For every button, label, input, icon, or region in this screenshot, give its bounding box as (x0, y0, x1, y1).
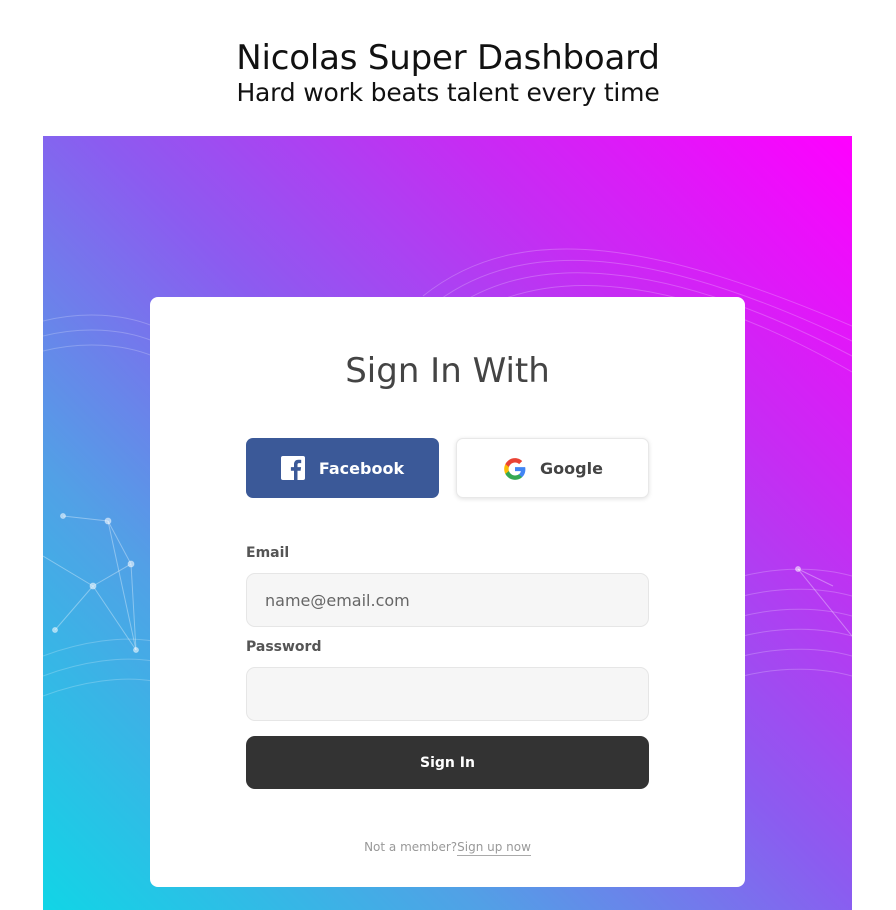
email-label: Email (246, 545, 290, 561)
sign-in-title: Sign In With (345, 351, 550, 391)
page-title: Nicolas Super Dashboard (236, 38, 660, 78)
google-login-button[interactable]: Google (456, 438, 649, 498)
hero-background: Sign In With Facebook Google Email name@… (43, 136, 852, 910)
signup-prompt: Not a member?Sign up now (150, 840, 745, 856)
not-member-text: Not a member? (364, 840, 458, 854)
facebook-login-button[interactable]: Facebook (246, 438, 439, 498)
page-header: Nicolas Super Dashboard Hard work beats … (0, 38, 896, 108)
password-label: Password (246, 639, 322, 655)
sign-up-link[interactable]: Sign up now (457, 840, 531, 856)
google-label: Google (540, 458, 603, 478)
email-field[interactable] (246, 573, 649, 627)
sign-in-card: Sign In With Facebook Google Email name@… (150, 297, 745, 887)
facebook-label: Facebook (318, 458, 405, 478)
page-subtitle: Hard work beats talent every time (236, 78, 660, 107)
facebook-icon (280, 456, 305, 480)
google-icon (502, 456, 526, 480)
password-field[interactable] (246, 667, 649, 721)
sign-in-button[interactable]: Sign In (246, 736, 649, 789)
